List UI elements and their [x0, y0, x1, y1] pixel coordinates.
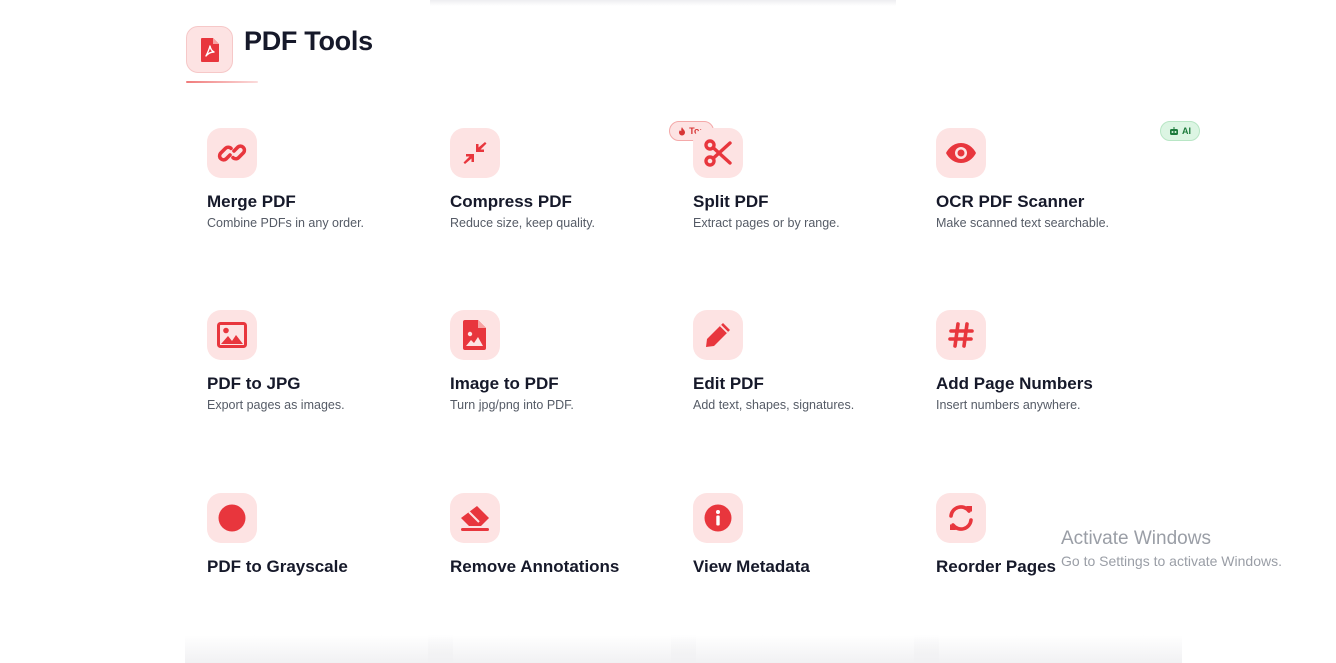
tool-description: Add text, shapes, signatures.	[693, 398, 855, 412]
tool-title: Image to PDF	[450, 374, 559, 393]
page-title: PDF Tools	[244, 26, 373, 56]
tool-title: Split PDF	[693, 192, 769, 211]
tool-title: Add Page Numbers	[936, 374, 1093, 393]
tool-title: PDF to JPG	[207, 374, 301, 393]
fire-icon	[679, 126, 686, 135]
tool-title: PDF to Grayscale	[207, 557, 348, 576]
tool-card-pdf-to-grayscale[interactable]: PDF to Grayscale	[185, 493, 453, 663]
tool-description: Extract pages or by range.	[693, 216, 840, 230]
tool-card-pdf-to-jpg[interactable]: PDF to JPG Export pages as images.	[207, 310, 431, 460]
pencil-icon	[693, 310, 743, 360]
tool-title: Compress PDF	[450, 192, 572, 211]
tool-card-merge-pdf[interactable]: Merge PDF Combine PDFs in any order.	[207, 128, 431, 278]
tool-description: Reduce size, keep quality.	[450, 216, 595, 230]
watermark-subtitle: Go to Settings to activate Windows.	[1061, 553, 1282, 569]
circle-icon	[207, 493, 257, 543]
link-icon	[207, 128, 257, 178]
robot-icon	[1170, 126, 1178, 135]
file-image-icon	[450, 310, 500, 360]
tool-title: View Metadata	[693, 557, 810, 576]
tool-title: Merge PDF	[207, 192, 296, 211]
tool-title: Edit PDF	[693, 374, 764, 393]
ai-badge: AI	[1160, 121, 1200, 141]
tool-card-remove-annotations[interactable]: Remove Annotations	[428, 493, 696, 663]
tool-card-edit-pdf[interactable]: Edit PDF Add text, shapes, signatures.	[693, 310, 917, 460]
image-icon	[207, 310, 257, 360]
tool-card-compress-pdf[interactable]: Top Compress PDF Reduce size, keep quali…	[450, 121, 714, 278]
tool-description: Combine PDFs in any order.	[207, 216, 365, 230]
activate-windows-watermark: Activate Windows Go to Settings to activ…	[1061, 528, 1282, 569]
tool-card-split-pdf[interactable]: Split PDF Extract pages or by range.	[693, 128, 917, 278]
tool-card-add-page-numbers[interactable]: Add Page Numbers Insert numbers anywhere…	[936, 310, 1160, 460]
tool-card-image-to-pdf[interactable]: Image to PDF Turn jpg/png into PDF.	[450, 310, 674, 460]
title-underline	[186, 81, 258, 83]
refresh-icon	[936, 493, 986, 543]
tool-description: Insert numbers anywhere.	[936, 398, 1081, 412]
tool-description: Export pages as images.	[207, 398, 345, 412]
eraser-icon	[450, 493, 500, 543]
tool-card-ocr-pdf-scanner[interactable]: AI OCR PDF Scanner Make scanned text sea…	[936, 121, 1200, 278]
tool-card-view-metadata[interactable]: View Metadata	[671, 493, 939, 663]
scissors-icon	[693, 128, 743, 178]
tool-title: OCR PDF Scanner	[936, 192, 1085, 211]
tool-title: Remove Annotations	[450, 557, 620, 576]
pdf-file-icon	[186, 26, 233, 73]
badge-label: AI	[1182, 126, 1191, 136]
hashtag-icon	[936, 310, 986, 360]
tool-title: Reorder Pages	[936, 557, 1056, 576]
info-icon	[693, 493, 743, 543]
tool-description: Turn jpg/png into PDF.	[450, 398, 574, 412]
tool-description: Make scanned text searchable.	[936, 216, 1110, 230]
top-divider	[430, 0, 896, 6]
compress-arrows-icon	[450, 128, 500, 178]
eye-icon	[936, 128, 986, 178]
watermark-title: Activate Windows	[1061, 528, 1211, 549]
